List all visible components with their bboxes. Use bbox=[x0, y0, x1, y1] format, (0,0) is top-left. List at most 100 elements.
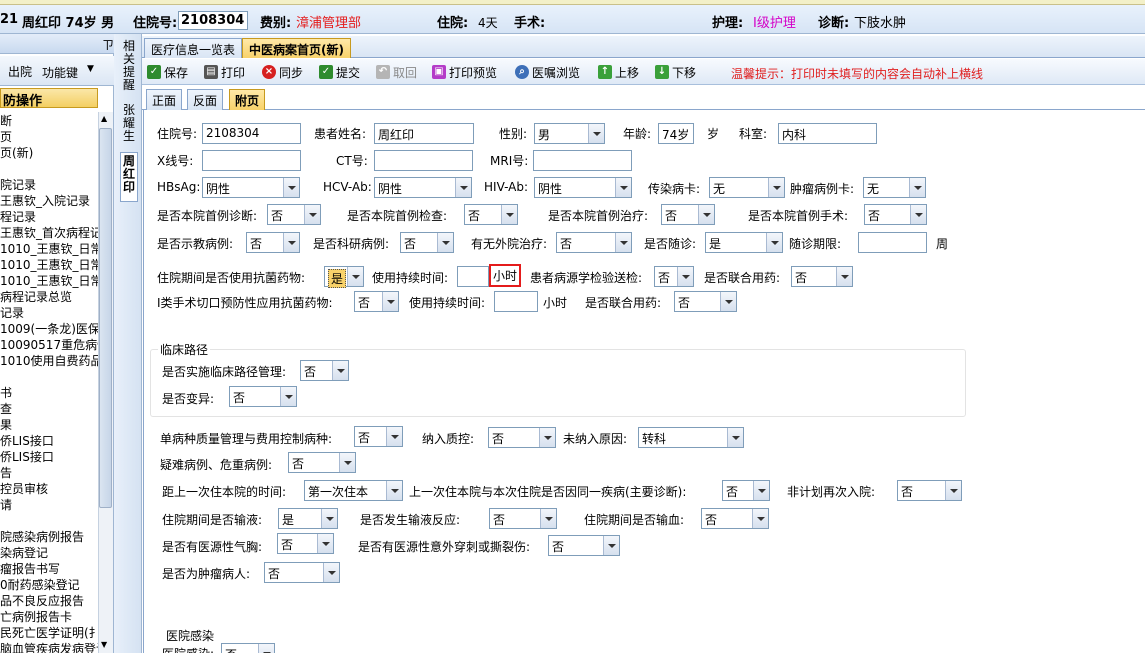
last-time-select[interactable]: 第一次住本 bbox=[304, 480, 403, 501]
combined-select[interactable]: 否 bbox=[791, 266, 853, 287]
empty-input[interactable] bbox=[533, 150, 632, 171]
left-pane-item[interactable]: 断 bbox=[0, 112, 12, 129]
scroll-down-icon[interactable]: ▼ bbox=[101, 640, 107, 649]
chevron-down-icon[interactable] bbox=[258, 644, 274, 653]
submit-button[interactable]: ✓ 提交 bbox=[319, 63, 360, 81]
first-diag-select[interactable]: 否 bbox=[267, 204, 321, 225]
tumor-card-select[interactable]: 无 bbox=[863, 177, 926, 198]
infect-card-select[interactable]: 无 bbox=[709, 177, 785, 198]
chevron-down-icon[interactable] bbox=[386, 481, 402, 500]
left-pane-item[interactable]: 程记录 bbox=[0, 208, 36, 225]
chevron-down-icon[interactable] bbox=[588, 124, 604, 143]
chevron-down-icon[interactable] bbox=[283, 178, 299, 197]
variation-select[interactable]: 否 bbox=[229, 386, 297, 407]
chevron-down-icon[interactable] bbox=[753, 481, 769, 500]
chevron-down-icon[interactable] bbox=[317, 534, 333, 553]
chevron-down-icon[interactable] bbox=[768, 178, 784, 197]
admission-no-input[interactable]: 2108304 bbox=[202, 123, 301, 144]
left-pane-item[interactable]: 染病登记 bbox=[0, 544, 48, 561]
chevron-down-icon[interactable] bbox=[347, 267, 363, 286]
left-pane-item[interactable]: 病程记录总览 bbox=[0, 288, 72, 305]
left-pane-item[interactable]: 院记录 bbox=[0, 176, 36, 193]
transfusion-select[interactable]: 否 bbox=[701, 508, 769, 529]
vtab-related-reminders[interactable]: 相关提醒 bbox=[120, 40, 138, 92]
qc-select[interactable]: 否 bbox=[488, 427, 556, 448]
followup-select[interactable]: 是 bbox=[705, 232, 783, 253]
chevron-down-icon[interactable] bbox=[615, 233, 631, 252]
chevron-down-icon[interactable] bbox=[603, 536, 619, 555]
chevron-down-icon[interactable] bbox=[540, 509, 556, 528]
empty-input[interactable] bbox=[202, 150, 301, 171]
infusion-select[interactable]: 是 bbox=[278, 508, 338, 529]
clinical-path-select[interactable]: 否 bbox=[300, 360, 349, 381]
left-pane-item[interactable]: 页(新) bbox=[0, 144, 33, 161]
left-pane-item[interactable]: 民死亡医学证明(扌 bbox=[0, 624, 101, 641]
left-pane-item[interactable]: 1010使用自费药品 bbox=[0, 352, 103, 369]
chevron-down-icon[interactable] bbox=[280, 387, 296, 406]
chevron-down-icon[interactable] bbox=[752, 509, 768, 528]
chevron-down-icon[interactable] bbox=[910, 205, 926, 224]
chevron-down-icon[interactable] bbox=[323, 563, 339, 582]
left-pane-item[interactable]: 1010_王惠钦_日常 bbox=[0, 240, 103, 257]
chevron-down-icon[interactable] bbox=[382, 292, 398, 311]
name-input[interactable]: 周红印 bbox=[374, 123, 474, 144]
move-down-button[interactable]: ↓ 下移 bbox=[655, 63, 696, 81]
chevron-down-icon[interactable] bbox=[539, 428, 555, 447]
left-pane-item[interactable]: 王惠钦_入院记录 bbox=[0, 192, 90, 209]
left-pane-item[interactable]: 院感染病例报告 bbox=[0, 528, 84, 545]
hiv-select[interactable]: 阴性 bbox=[534, 177, 632, 198]
chevron-down-icon[interactable] bbox=[455, 178, 471, 197]
left-pane-item[interactable]: 查 bbox=[0, 400, 12, 417]
left-pane-item[interactable]: 记录 bbox=[0, 304, 24, 321]
left-pane-scroll-thumb[interactable] bbox=[99, 128, 112, 508]
move-up-button[interactable]: ↑ 上移 bbox=[598, 63, 639, 81]
critical-select[interactable]: 否 bbox=[288, 452, 356, 473]
chevron-down-icon[interactable] bbox=[836, 267, 852, 286]
left-pane-item[interactable]: 瘤报告书写 bbox=[0, 560, 60, 577]
vtab-doctor[interactable]: 张耀生 bbox=[120, 104, 138, 143]
left-pane-item[interactable]: 侨LIS接口 bbox=[0, 448, 54, 465]
tab-front[interactable]: 正面 bbox=[146, 89, 183, 110]
vtab-patient[interactable]: 周红印 bbox=[120, 152, 138, 202]
empty-input[interactable] bbox=[374, 150, 473, 171]
left-pane-item[interactable]: 0耐药感染登记 bbox=[0, 576, 80, 593]
left-pane-item[interactable]: 1010_王惠钦_日常 bbox=[0, 272, 103, 289]
empty-input[interactable] bbox=[457, 266, 489, 287]
research-select[interactable]: 否 bbox=[400, 232, 454, 253]
unplanned-select[interactable]: 否 bbox=[897, 480, 962, 501]
chevron-down-icon[interactable] bbox=[339, 453, 355, 472]
pin-icon[interactable]: ㄗ bbox=[102, 36, 114, 53]
left-pane-item[interactable]: 10090517重危病情 bbox=[0, 336, 109, 353]
left-pane-item[interactable]: 告 bbox=[0, 464, 12, 481]
first-surg-select[interactable]: 否 bbox=[864, 204, 927, 225]
discharge-button[interactable]: 出院 bbox=[8, 63, 32, 80]
chevron-down-icon[interactable] bbox=[332, 361, 348, 380]
left-pane-item[interactable]: 1009(一条龙)医保 bbox=[0, 320, 100, 337]
left-pane-item[interactable]: 王惠钦_首次病程记 bbox=[0, 224, 102, 241]
teaching-select[interactable]: 否 bbox=[246, 232, 300, 253]
antibiotic-select[interactable]: 是 bbox=[324, 266, 364, 288]
incision-select[interactable]: 否 bbox=[354, 291, 399, 312]
outside-treat-select[interactable]: 否 bbox=[556, 232, 632, 253]
chevron-down-icon[interactable] bbox=[766, 233, 782, 252]
hcv-select[interactable]: 阴性 bbox=[374, 177, 472, 198]
save-button[interactable]: ✓ 保存 bbox=[147, 63, 188, 81]
same-disease-select[interactable]: 否 bbox=[722, 480, 770, 501]
withdraw-button[interactable]: ↶ 取回 bbox=[376, 63, 417, 81]
single-disease-select[interactable]: 否 bbox=[354, 426, 403, 447]
chevron-down-icon[interactable] bbox=[945, 481, 961, 500]
chevron-down-icon[interactable] bbox=[386, 427, 402, 446]
left-pane-item[interactable]: 亡病例报告卡 bbox=[0, 608, 72, 625]
pathogen-select[interactable]: 否 bbox=[654, 266, 694, 287]
first-exam-select[interactable]: 否 bbox=[464, 204, 518, 225]
empty-input[interactable] bbox=[858, 232, 927, 253]
infusion-reaction-select[interactable]: 否 bbox=[489, 508, 557, 529]
left-pane-item[interactable]: 请 bbox=[0, 496, 12, 513]
left-pane-item[interactable]: 侨LIS接口 bbox=[0, 432, 54, 449]
infection-select[interactable]: 否 bbox=[221, 643, 275, 653]
not-qc-reason-select[interactable]: 转科 bbox=[638, 427, 744, 448]
left-pane-item[interactable]: 1010_王惠钦_日常 bbox=[0, 256, 103, 273]
chevron-down-icon[interactable]: ▼ bbox=[87, 64, 94, 74]
chevron-down-icon[interactable] bbox=[321, 509, 337, 528]
tab-appendix[interactable]: 附页 bbox=[229, 89, 266, 110]
